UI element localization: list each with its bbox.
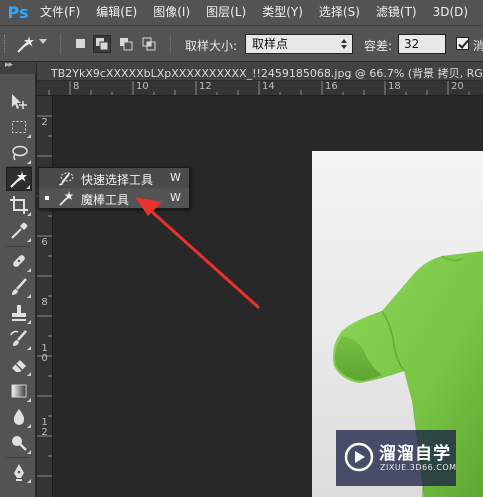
ruler-ticks <box>48 81 470 95</box>
healing-brush-tool[interactable] <box>6 249 32 273</box>
options-bar-grip[interactable] <box>4 35 7 53</box>
menu-select[interactable]: 选择(S) <box>311 0 368 25</box>
add-to-selection-icon <box>96 38 109 51</box>
active-tool-indicator <box>45 196 49 200</box>
sample-size-value: 取样点 <box>252 37 289 51</box>
antialias-label: 消 <box>473 39 483 53</box>
add-to-selection-button[interactable] <box>93 35 111 53</box>
marquee-icon <box>12 121 26 133</box>
dodge-icon <box>12 436 27 451</box>
magic-wand-icon <box>17 36 34 53</box>
pen-tool[interactable] <box>6 460 32 484</box>
history-brush-tool[interactable] <box>6 327 32 351</box>
eraser-icon <box>12 360 26 372</box>
lasso-icon <box>12 145 28 161</box>
ruler-label: 1 0 <box>41 343 48 364</box>
healing-brush-icon <box>13 255 25 267</box>
tools-panel-header[interactable]: ▸▸ <box>0 60 36 74</box>
blur-tool[interactable] <box>6 405 32 429</box>
watermark-name: 溜溜自学 <box>379 444 451 464</box>
ruler-label: 10 <box>136 81 149 92</box>
eraser-tool[interactable] <box>6 353 32 377</box>
watermark-url: ZIXUE.3D66.COM <box>380 463 457 472</box>
chevron-down-icon[interactable] <box>39 39 47 44</box>
blur-icon <box>13 409 25 425</box>
gradient-icon <box>11 384 27 398</box>
options-bar: 取样大小: 取样点 容差: 32 消 <box>0 25 483 62</box>
menu-type[interactable]: 类型(Y) <box>254 0 311 25</box>
lasso-tool[interactable] <box>6 141 32 165</box>
menu-bar: Ps 文件(F) 编辑(E) 图像(I) 图层(L) 类型(Y) 选择(S) 滤… <box>0 0 483 25</box>
menu-layer[interactable]: 图层(L) <box>198 0 254 25</box>
ruler-label: 1 2 <box>41 417 48 438</box>
flyout-item-shortcut: W <box>170 171 181 184</box>
vertical-ruler[interactable]: 2 4 6 8 1 0 1 2 <box>37 96 53 497</box>
checkmark-icon <box>458 39 469 49</box>
dodge-tool[interactable] <box>6 431 32 455</box>
tool-preset-picker[interactable] <box>14 33 38 55</box>
divider <box>6 246 30 247</box>
photoshop-logo: Ps <box>7 3 29 22</box>
horizontal-ruler[interactable]: 8 10 12 14 16 18 20 22 <box>37 81 483 96</box>
ruler-label: 2 <box>41 117 48 128</box>
clone-stamp-tool[interactable] <box>6 301 32 325</box>
divider <box>6 457 30 458</box>
select-arrows-icon <box>341 39 347 49</box>
subtract-from-selection-icon <box>120 38 133 51</box>
menu-edit[interactable]: 编辑(E) <box>88 0 145 25</box>
ruler-label: 14 <box>262 81 275 92</box>
ruler-label: 8 <box>73 81 80 92</box>
intersect-selection-button[interactable] <box>140 35 158 53</box>
move-icon <box>12 94 27 109</box>
move-tool[interactable] <box>6 90 32 114</box>
flyout-item-shortcut: W <box>170 191 181 204</box>
crop-icon <box>10 196 28 214</box>
history-brush-icon <box>10 330 27 346</box>
play-logo-icon <box>344 442 374 472</box>
subtract-from-selection-button[interactable] <box>117 35 135 53</box>
ruler-label: 20 <box>451 81 464 92</box>
gradient-tool[interactable] <box>6 379 32 403</box>
tolerance-label: 容差: <box>364 39 393 53</box>
sample-size-select[interactable]: 取样点 <box>245 34 353 54</box>
menu-file[interactable]: 文件(F) <box>32 0 88 25</box>
eyedropper-icon <box>11 222 28 239</box>
eyedropper-tool[interactable] <box>6 219 32 243</box>
flyout-item-label: 魔棒工具 <box>81 193 130 207</box>
ruler-label: 6 <box>41 237 48 248</box>
ruler-label: 12 <box>199 81 212 92</box>
document-tab-title: TB2YkX9cXXXXXbLXpXXXXXXXXXX_!!2459185068… <box>51 67 483 80</box>
ruler-label: 18 <box>388 81 401 92</box>
tools-panel: ▸▸ <box>0 60 36 497</box>
antialias-checkbox[interactable] <box>456 37 469 50</box>
ruler-label: 16 <box>325 81 338 92</box>
flyout-item-label: 快速选择工具 <box>81 173 154 187</box>
divider <box>170 34 171 54</box>
menu-image[interactable]: 图像(I) <box>145 0 198 25</box>
magic-wand-tool[interactable] <box>6 167 32 191</box>
divider <box>60 34 61 54</box>
intersect-selection-icon <box>142 37 156 51</box>
tool-flyout-menu: 快速选择工具 W 魔棒工具 W <box>38 167 190 209</box>
brush-tool[interactable] <box>6 275 32 299</box>
brush-icon <box>12 278 27 295</box>
ruler-label: 8 <box>41 297 48 308</box>
flyout-item-magic-wand[interactable]: 魔棒工具 W <box>39 188 189 208</box>
marquee-tool[interactable] <box>6 115 32 139</box>
new-selection-button[interactable] <box>72 35 90 53</box>
watermark: 溜溜自学 ZIXUE.3D66.COM <box>336 430 456 486</box>
menu-filter[interactable]: 滤镜(T) <box>368 0 425 25</box>
crop-tool[interactable] <box>6 193 32 217</box>
flyout-item-quick-selection[interactable]: 快速选择工具 W <box>39 168 189 188</box>
document-tab[interactable]: TB2YkX9cXXXXXbLXpXXXXXXXXXX_!!2459185068… <box>37 62 483 81</box>
sample-size-label: 取样大小: <box>185 39 238 53</box>
tolerance-input[interactable]: 32 <box>398 34 446 54</box>
quick-selection-icon <box>59 172 74 186</box>
magic-wand-icon <box>59 191 74 206</box>
pen-icon <box>14 464 24 481</box>
clone-stamp-icon <box>12 305 26 321</box>
menu-3d[interactable]: 3D(D) <box>425 0 476 25</box>
new-selection-icon <box>76 39 85 48</box>
